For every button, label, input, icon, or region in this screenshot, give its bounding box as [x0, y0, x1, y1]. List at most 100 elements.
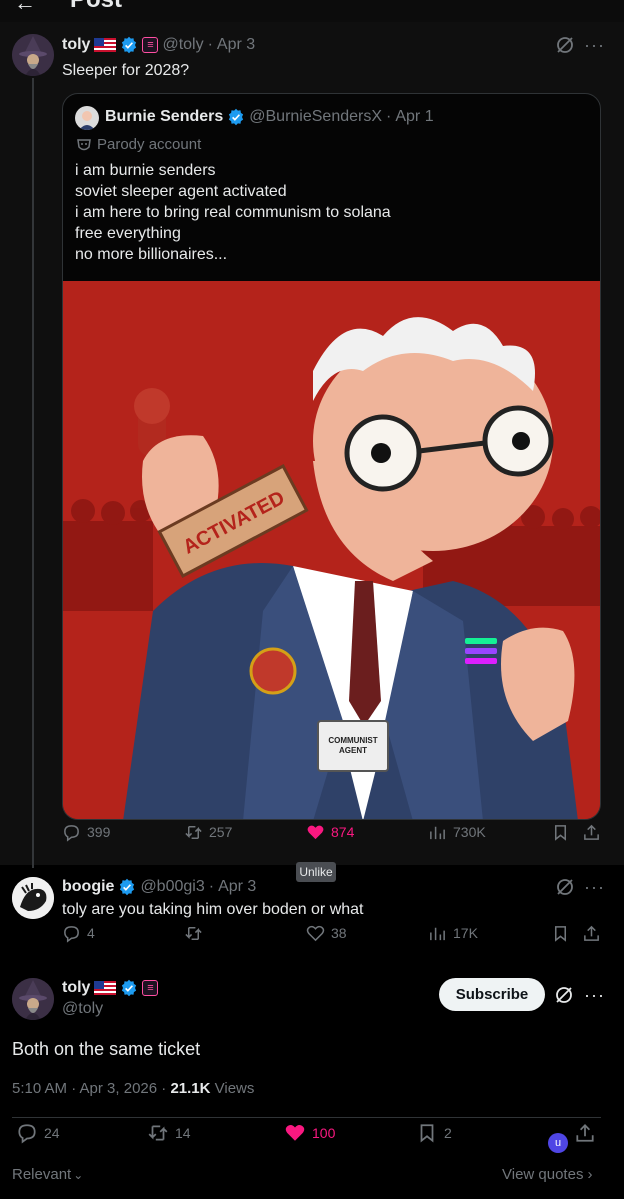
view-quotes-link[interactable]: View quotes ›: [502, 1166, 592, 1183]
heart-filled-icon: [307, 825, 324, 839]
reply-icon: [64, 925, 79, 943]
quote-line: no more billionaires...: [75, 246, 228, 263]
separator-dot: ·: [208, 878, 215, 895]
share-icon: [584, 824, 599, 840]
reply-count: 4: [87, 925, 95, 941]
solana-badge-icon: ≡: [142, 980, 159, 996]
display-name[interactable]: boogie: [62, 878, 114, 896]
reply-button[interactable]: 4: [62, 924, 95, 943]
share-icon: [584, 925, 599, 941]
page-title: Post: [70, 0, 122, 14]
more-options-icon[interactable]: ···: [584, 878, 604, 900]
parody-label: Parody account: [77, 136, 201, 153]
bookmark-button[interactable]: [551, 823, 570, 842]
repost-icon: [185, 926, 202, 940]
chevron-right-icon: ›: [587, 1166, 593, 1183]
more-options-icon[interactable]: ···: [584, 36, 604, 58]
separator-dot: ·: [207, 36, 213, 53]
post-text: Both on the same ticket: [12, 1039, 201, 1059]
wizard-avatar-icon: [12, 978, 54, 1020]
reply-icon: [18, 1124, 36, 1144]
like-button[interactable]: 100: [284, 1122, 335, 1144]
display-name[interactable]: toly: [62, 979, 90, 997]
views-button[interactable]: 17K: [428, 924, 478, 943]
cartoon-illustration: ACTIVATED COMMUNIST AGENT: [63, 281, 600, 819]
grok-icon[interactable]: [554, 985, 574, 1005]
solana-badge-icon: ≡: [142, 37, 159, 53]
us-flag-icon: [94, 38, 117, 52]
reply-count: 24: [44, 1125, 60, 1141]
unlike-tooltip: Unlike: [296, 862, 336, 882]
share-icon: [576, 1124, 594, 1142]
timestamp[interactable]: 5:10 AM · Apr 3, 2026 ·: [12, 1080, 166, 1097]
repost-button[interactable]: [184, 924, 203, 943]
avatar-toly[interactable]: [12, 34, 54, 76]
post1-header: toly ≡ @toly · Apr 3: [62, 36, 255, 54]
views-label: Views: [214, 1080, 255, 1097]
handle[interactable]: @toly: [62, 1000, 103, 1018]
post-text: Sleeper for 2028?: [62, 62, 190, 79]
subscribe-button[interactable]: Subscribe: [439, 978, 545, 1011]
post-text: toly are you taking him over boden or wh…: [62, 901, 364, 918]
post2-header: boogie @b00gi3 · Apr 3: [62, 878, 256, 896]
mask-icon: [77, 138, 91, 150]
quote-image[interactable]: ACTIVATED COMMUNIST AGENT: [63, 281, 600, 819]
post-date[interactable]: Apr 3: [218, 878, 256, 896]
post-meta: 5:10 AM · Apr 3, 2026 · 21.1K Views: [12, 1080, 254, 1097]
like-button[interactable]: 38: [306, 924, 347, 943]
post3-header: toly ≡: [62, 979, 159, 997]
quote-line: free everything: [75, 225, 181, 242]
quote-line: i am here to bring real communism to sol…: [75, 204, 391, 221]
grok-icon[interactable]: [555, 877, 575, 897]
like-count: 38: [331, 925, 347, 941]
handle[interactable]: @b00gi3: [140, 878, 204, 896]
quote-line: i am burnie senders: [75, 162, 216, 179]
quote-header: Burnie Senders @BurnieSendersX · Apr 1: [105, 108, 434, 126]
sort-dropdown[interactable]: Relevant ⌄: [12, 1166, 83, 1183]
avatar-toly[interactable]: [12, 978, 54, 1020]
repost-button[interactable]: 257: [184, 823, 232, 842]
share-button[interactable]: [582, 823, 601, 842]
top-bar: ← Post: [0, 0, 624, 22]
views-icon: [430, 826, 445, 839]
views-button[interactable]: 730K: [428, 823, 486, 842]
reply-button[interactable]: 399: [62, 823, 110, 842]
handle[interactable]: @toly: [162, 36, 203, 54]
heart-outline-icon: [306, 925, 325, 941]
more-options-icon[interactable]: ···: [584, 986, 604, 1008]
repost-button[interactable]: 14: [147, 1122, 191, 1144]
grok-icon[interactable]: [555, 35, 575, 55]
bookmark-icon: [554, 824, 567, 841]
verified-badge-icon: [120, 878, 135, 896]
reply-count: 399: [87, 824, 111, 840]
post-date[interactable]: Apr 3: [217, 36, 255, 54]
view-quotes-label: View quotes: [502, 1166, 584, 1183]
bird-avatar-icon: [12, 877, 54, 919]
share-button[interactable]: [574, 1122, 596, 1144]
like-button[interactable]: 874: [306, 823, 354, 842]
chevron-down-icon: ⌄: [73, 1167, 84, 1182]
repost-count: 257: [209, 824, 233, 840]
avatar-burnie: [75, 106, 99, 130]
views-count: 21.1K: [170, 1080, 211, 1097]
heart-filled-icon: [285, 1125, 305, 1141]
user-avatar-small[interactable]: u: [548, 1133, 568, 1153]
bookmark-button[interactable]: [551, 924, 570, 943]
display-name[interactable]: toly: [62, 36, 90, 54]
share-button[interactable]: [582, 924, 601, 943]
quote-line: soviet sleeper agent activated: [75, 183, 287, 200]
verified-badge-icon: [122, 979, 137, 997]
like-count: 874: [331, 824, 355, 840]
reply-icon: [64, 824, 79, 842]
views-count: 730K: [453, 824, 486, 840]
quote-handle: @BurnieSendersX: [249, 108, 383, 125]
verified-badge-icon: [122, 36, 137, 54]
quoted-post-card[interactable]: Burnie Senders @BurnieSendersX · Apr 1 P…: [62, 93, 601, 820]
bookmark-button[interactable]: 2: [416, 1122, 452, 1144]
repost-icon: [148, 1125, 168, 1141]
quote-display-name: Burnie Senders: [105, 108, 224, 125]
reply-button[interactable]: 24: [16, 1122, 60, 1144]
back-arrow-icon[interactable]: ←: [14, 0, 36, 16]
bookmark-count: 2: [444, 1125, 452, 1141]
avatar-boogie[interactable]: [12, 877, 54, 919]
